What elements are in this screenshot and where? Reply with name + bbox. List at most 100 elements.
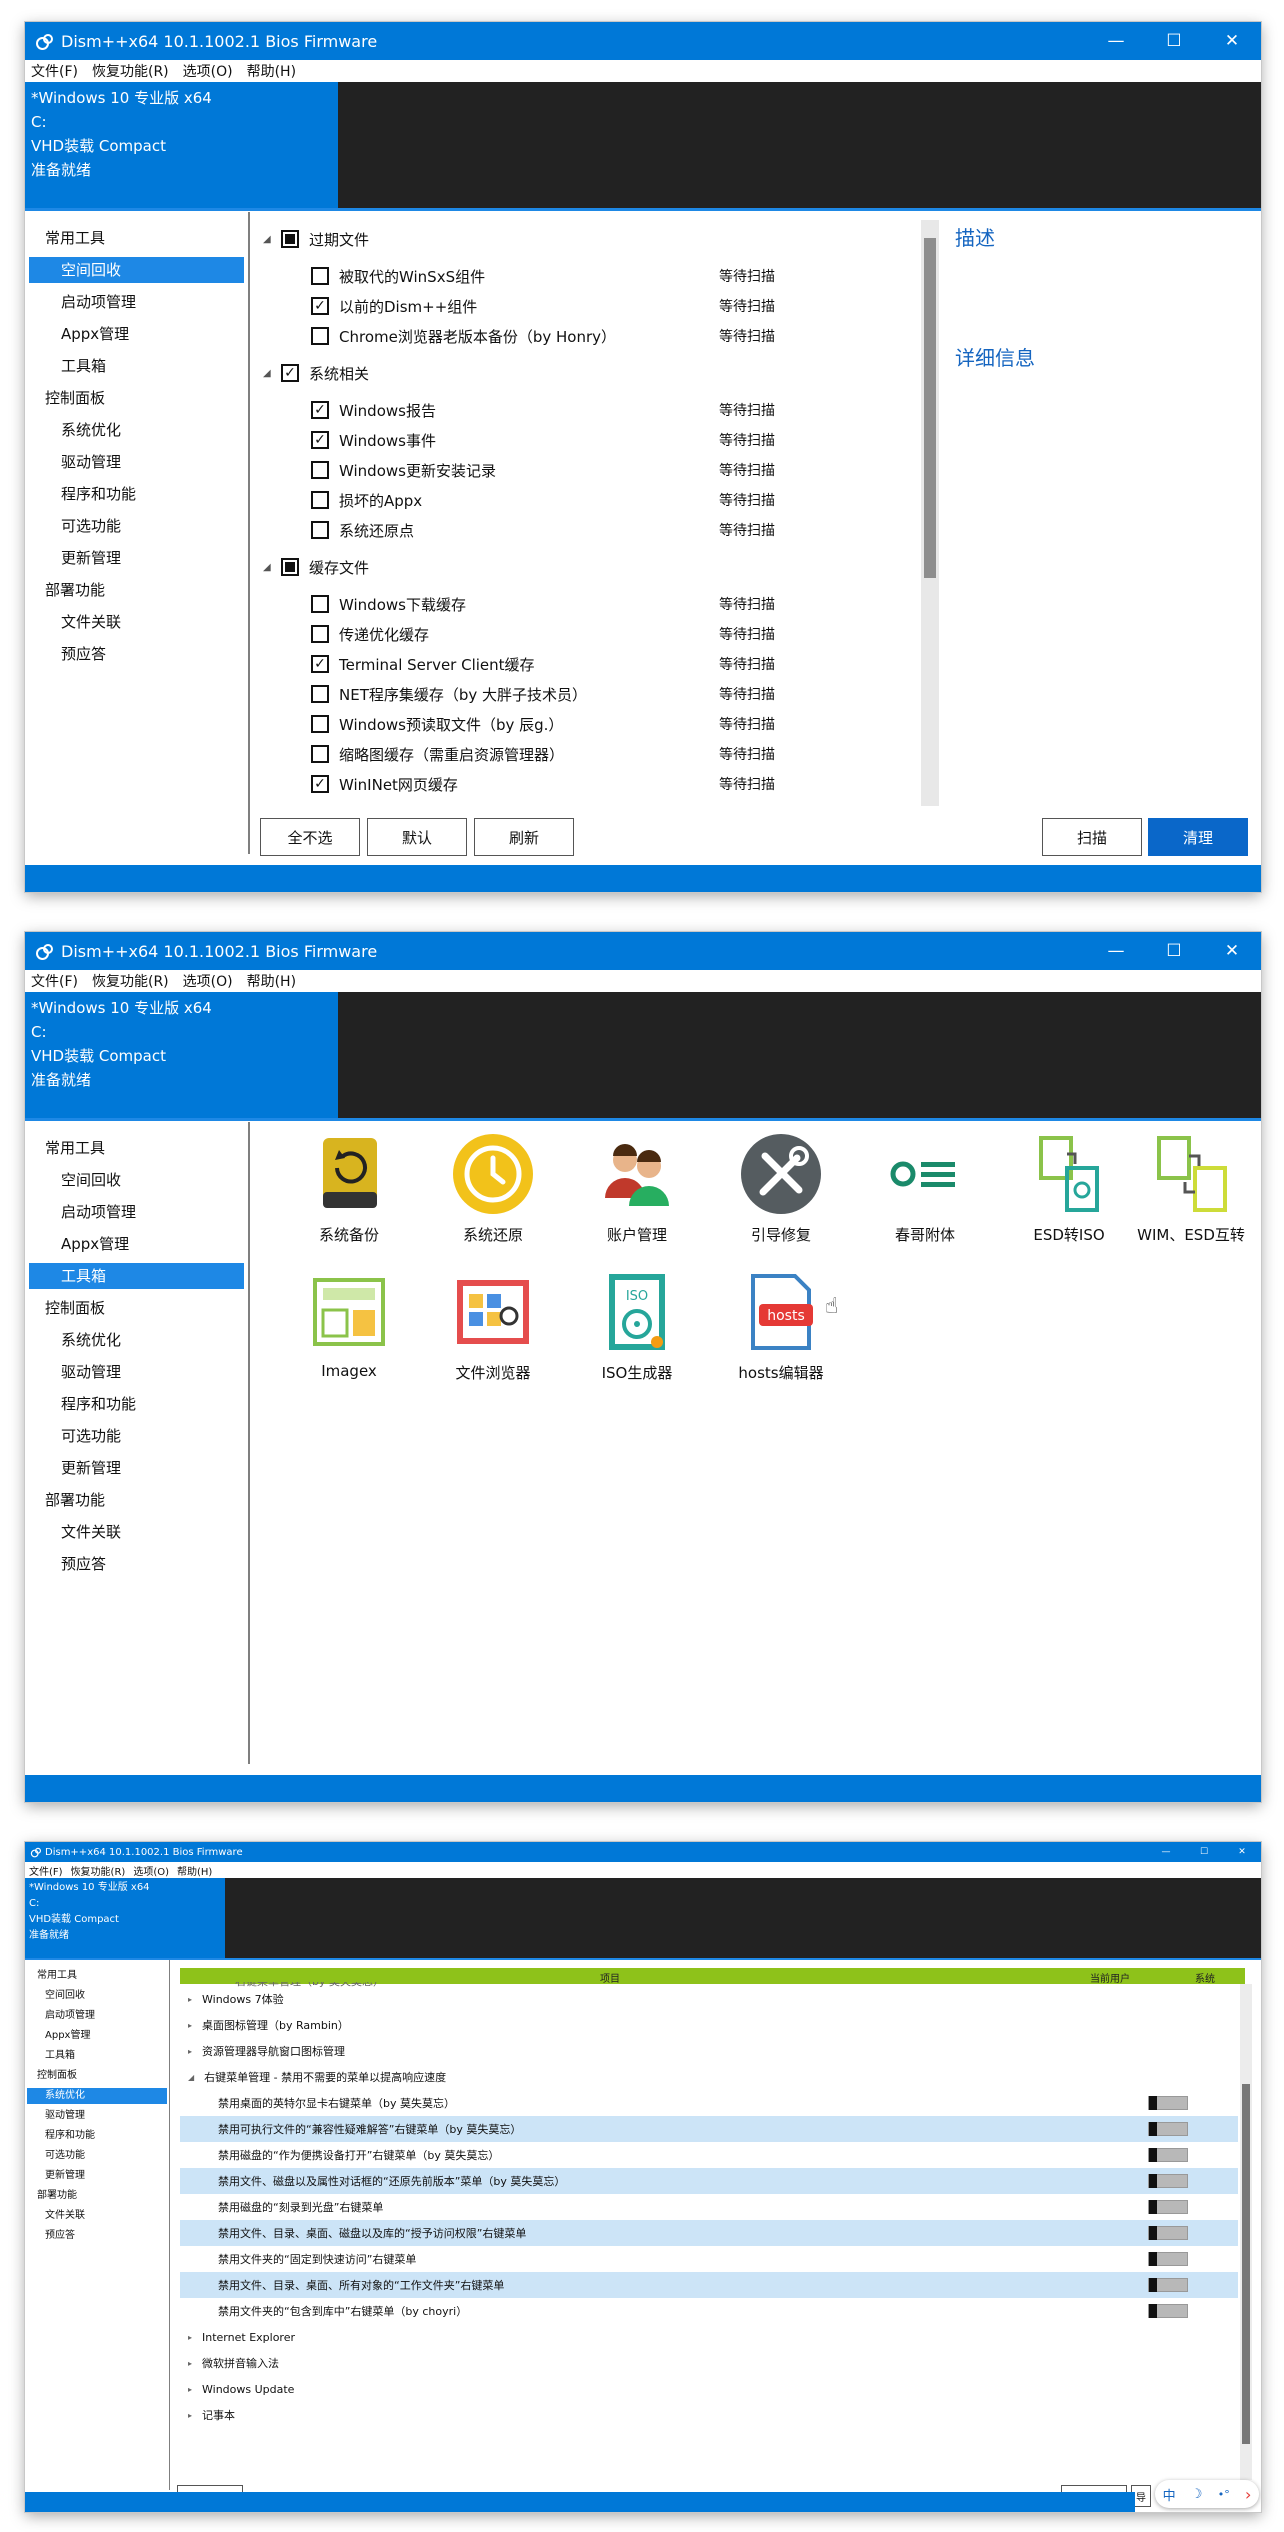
group-checkbox[interactable] bbox=[281, 558, 299, 576]
close-button[interactable]: ✕ bbox=[1203, 932, 1261, 970]
tool-wim-esd-convert[interactable]: WIM、ESD互转 bbox=[1119, 1132, 1261, 1245]
sidebar-item-programs[interactable]: 程序和功能 bbox=[25, 1388, 248, 1420]
tweak-row[interactable]: 禁用文件夹的“固定到快速访问”右键菜单 bbox=[180, 2246, 1238, 2272]
maximize-button[interactable]: ☐ bbox=[1145, 22, 1203, 60]
sidebar-item-toolbox[interactable]: 工具箱 bbox=[29, 1263, 244, 1289]
session-card[interactable]: *Windows 10 专业版 x64 C: VHD装载 Compact 准备就… bbox=[25, 992, 338, 1118]
tweak-toggle[interactable] bbox=[1148, 2148, 1188, 2162]
cleanup-item[interactable]: ✓ Windows事件 等待扫描 bbox=[311, 425, 775, 455]
item-checkbox[interactable]: ✓ bbox=[311, 297, 329, 315]
expand-caret-icon[interactable]: ▸ bbox=[188, 2333, 192, 2342]
sidebar-item-startup[interactable]: 启动项管理 bbox=[25, 2006, 169, 2026]
expand-caret-icon[interactable]: ◢ bbox=[263, 368, 275, 379]
minimize-button[interactable]: — bbox=[1087, 932, 1145, 970]
ime-arrow-icon[interactable]: › bbox=[1245, 2485, 1251, 2504]
refresh-button[interactable]: 刷新 bbox=[474, 818, 574, 856]
menu-options[interactable]: 选项(O) bbox=[133, 1863, 169, 1878]
scan-button[interactable]: 扫描 bbox=[1042, 818, 1142, 856]
menu-help[interactable]: 帮助(H) bbox=[247, 61, 296, 81]
cleanup-item[interactable]: ✓ Windows报告 等待扫描 bbox=[311, 395, 775, 425]
close-button[interactable]: ✕ bbox=[1203, 22, 1261, 60]
cleanup-item[interactable]: Chrome浏览器老版本备份（by Honry） 等待扫描 bbox=[311, 321, 775, 351]
menu-options[interactable]: 选项(O) bbox=[183, 61, 233, 81]
tweak-group[interactable]: ▸ Internet Explorer bbox=[180, 2324, 1238, 2350]
tweak-toggle[interactable] bbox=[1148, 2200, 1188, 2214]
menu-file[interactable]: 文件(F) bbox=[29, 1863, 63, 1878]
tweak-group[interactable]: ◢ 右键菜单管理 - 禁用不需要的菜单以提高响应速度 bbox=[180, 2064, 1238, 2090]
ime-moon-icon[interactable]: ☽ bbox=[1191, 2487, 1203, 2502]
cleanup-item[interactable]: 缩略图缓存（需重启资源管理器） 等待扫描 bbox=[311, 739, 775, 769]
menu-help[interactable]: 帮助(H) bbox=[177, 1863, 212, 1878]
tool-system-restore[interactable]: 系统还原 bbox=[421, 1132, 565, 1245]
sidebar-item-file-assoc[interactable]: 文件关联 bbox=[25, 2206, 169, 2226]
tweak-row[interactable]: 禁用磁盘的“刻录到光盘”右键菜单 bbox=[180, 2194, 1238, 2220]
session-card[interactable]: *Windows 10 专业版 x64 C: VHD装载 Compact 准备就… bbox=[25, 1878, 225, 1958]
menu-file[interactable]: 文件(F) bbox=[31, 971, 78, 991]
expand-caret-icon[interactable]: ◢ bbox=[188, 2073, 194, 2082]
item-checkbox[interactable] bbox=[311, 685, 329, 703]
maximize-button[interactable]: ☐ bbox=[1185, 1842, 1223, 1862]
expand-caret-icon[interactable]: ▸ bbox=[188, 2021, 192, 2030]
expand-caret-icon[interactable]: ▸ bbox=[188, 2359, 192, 2368]
minimize-button[interactable]: — bbox=[1147, 1842, 1185, 1862]
tweak-group[interactable]: ▸ 资源管理器导航窗口图标管理 bbox=[180, 2038, 1238, 2064]
sidebar-item-appx[interactable]: Appx管理 bbox=[25, 318, 248, 350]
item-checkbox[interactable]: ✓ bbox=[311, 401, 329, 419]
sidebar-item-appx[interactable]: Appx管理 bbox=[25, 2026, 169, 2046]
cleanup-group[interactable]: ◢ 缓存文件 bbox=[263, 552, 369, 582]
cleanup-group[interactable]: ◢ ✓ 系统相关 bbox=[263, 358, 369, 388]
tweak-group[interactable]: ▸ Windows Update bbox=[180, 2376, 1238, 2402]
menu-options[interactable]: 选项(O) bbox=[183, 971, 233, 991]
item-checkbox[interactable] bbox=[311, 745, 329, 763]
tweak-group[interactable]: ▸ 桌面图标管理（by Rambin） bbox=[180, 2012, 1238, 2038]
item-checkbox[interactable]: ✓ bbox=[311, 775, 329, 793]
tweak-toggle[interactable] bbox=[1148, 2252, 1188, 2266]
tool-imagex[interactable]: Imagex bbox=[277, 1270, 421, 1380]
cleanup-item[interactable]: ✓ Terminal Server Client缓存 等待扫描 bbox=[311, 649, 775, 679]
group-checkbox[interactable]: ✓ bbox=[281, 364, 299, 382]
tweak-row[interactable]: 禁用文件、目录、桌面、磁盘以及库的“授予访问权限”右键菜单 bbox=[180, 2220, 1238, 2246]
sidebar-item-space-cleanup[interactable]: 空间回收 bbox=[25, 1164, 248, 1196]
scrollbar-thumb[interactable] bbox=[924, 238, 936, 578]
tweak-row[interactable]: 禁用可执行文件的“兼容性疑难解答”右键菜单（by 莫失莫忘） bbox=[180, 2116, 1238, 2142]
cleanup-item[interactable]: 损坏的Appx 等待扫描 bbox=[311, 485, 775, 515]
sidebar-item-answer-file[interactable]: 预应答 bbox=[25, 1548, 248, 1580]
sidebar-item-space-cleanup[interactable]: 空间回收 bbox=[25, 1986, 169, 2006]
clean-button[interactable]: 清理 bbox=[1148, 818, 1248, 856]
sidebar-item-appx[interactable]: Appx管理 bbox=[25, 1228, 248, 1260]
sidebar-item-drivers[interactable]: 驱动管理 bbox=[25, 2106, 169, 2126]
tweak-toggle[interactable] bbox=[1148, 2174, 1188, 2188]
cleanup-item[interactable]: ✓ WinINet网页缓存 等待扫描 bbox=[311, 769, 775, 799]
cleanup-item[interactable]: NET程序集缓存（by 大胖子技术员） 等待扫描 bbox=[311, 679, 775, 709]
menu-file[interactable]: 文件(F) bbox=[31, 61, 78, 81]
item-checkbox[interactable] bbox=[311, 521, 329, 539]
expand-caret-icon[interactable]: ▸ bbox=[188, 1995, 192, 2004]
tweak-row[interactable]: 禁用磁盘的“作为便携设备打开”右键菜单（by 莫失莫忘） bbox=[180, 2142, 1238, 2168]
menu-help[interactable]: 帮助(H) bbox=[247, 971, 296, 991]
sidebar-item-drivers[interactable]: 驱动管理 bbox=[25, 1356, 248, 1388]
sidebar-item-file-assoc[interactable]: 文件关联 bbox=[25, 606, 248, 638]
tweak-row[interactable]: 禁用文件夹的“包含到库中”右键菜单（by choyri） bbox=[180, 2298, 1238, 2324]
cleanup-group[interactable]: ◢ 过期文件 bbox=[263, 224, 369, 254]
sidebar-item-programs[interactable]: 程序和功能 bbox=[25, 2126, 169, 2146]
tweak-row[interactable]: 禁用桌面的英特尔显卡右键菜单（by 莫失莫忘） bbox=[180, 2090, 1238, 2116]
session-card[interactable]: *Windows 10 专业版 x64 C: VHD装载 Compact 准备就… bbox=[25, 82, 338, 208]
maximize-button[interactable]: ☐ bbox=[1145, 932, 1203, 970]
tweak-toggle[interactable] bbox=[1148, 2278, 1188, 2292]
sidebar-item-updates[interactable]: 更新管理 bbox=[25, 542, 248, 574]
cleanup-item[interactable]: Windows预读取文件（by 辰g.） 等待扫描 bbox=[311, 709, 775, 739]
item-checkbox[interactable]: ✓ bbox=[311, 655, 329, 673]
default-button[interactable]: 默认 bbox=[367, 818, 467, 856]
sidebar-item-optional-features[interactable]: 可选功能 bbox=[25, 510, 248, 542]
sidebar-item-optimize[interactable]: 系统优化 bbox=[27, 2088, 167, 2104]
expand-caret-icon[interactable]: ▸ bbox=[188, 2411, 192, 2420]
group-checkbox[interactable] bbox=[281, 230, 299, 248]
item-checkbox[interactable] bbox=[311, 267, 329, 285]
cleanup-item[interactable]: ✓ 以前的Dism++组件 等待扫描 bbox=[311, 291, 775, 321]
scrollbar-thumb[interactable] bbox=[1242, 2084, 1250, 2444]
menu-restore[interactable]: 恢复功能(R) bbox=[71, 1863, 126, 1878]
expand-caret-icon[interactable]: ▸ bbox=[188, 2385, 192, 2394]
tweak-group[interactable]: ▸ 微软拼音输入法 bbox=[180, 2350, 1238, 2376]
sidebar-item-answer-file[interactable]: 预应答 bbox=[25, 2226, 169, 2246]
item-checkbox[interactable] bbox=[311, 625, 329, 643]
